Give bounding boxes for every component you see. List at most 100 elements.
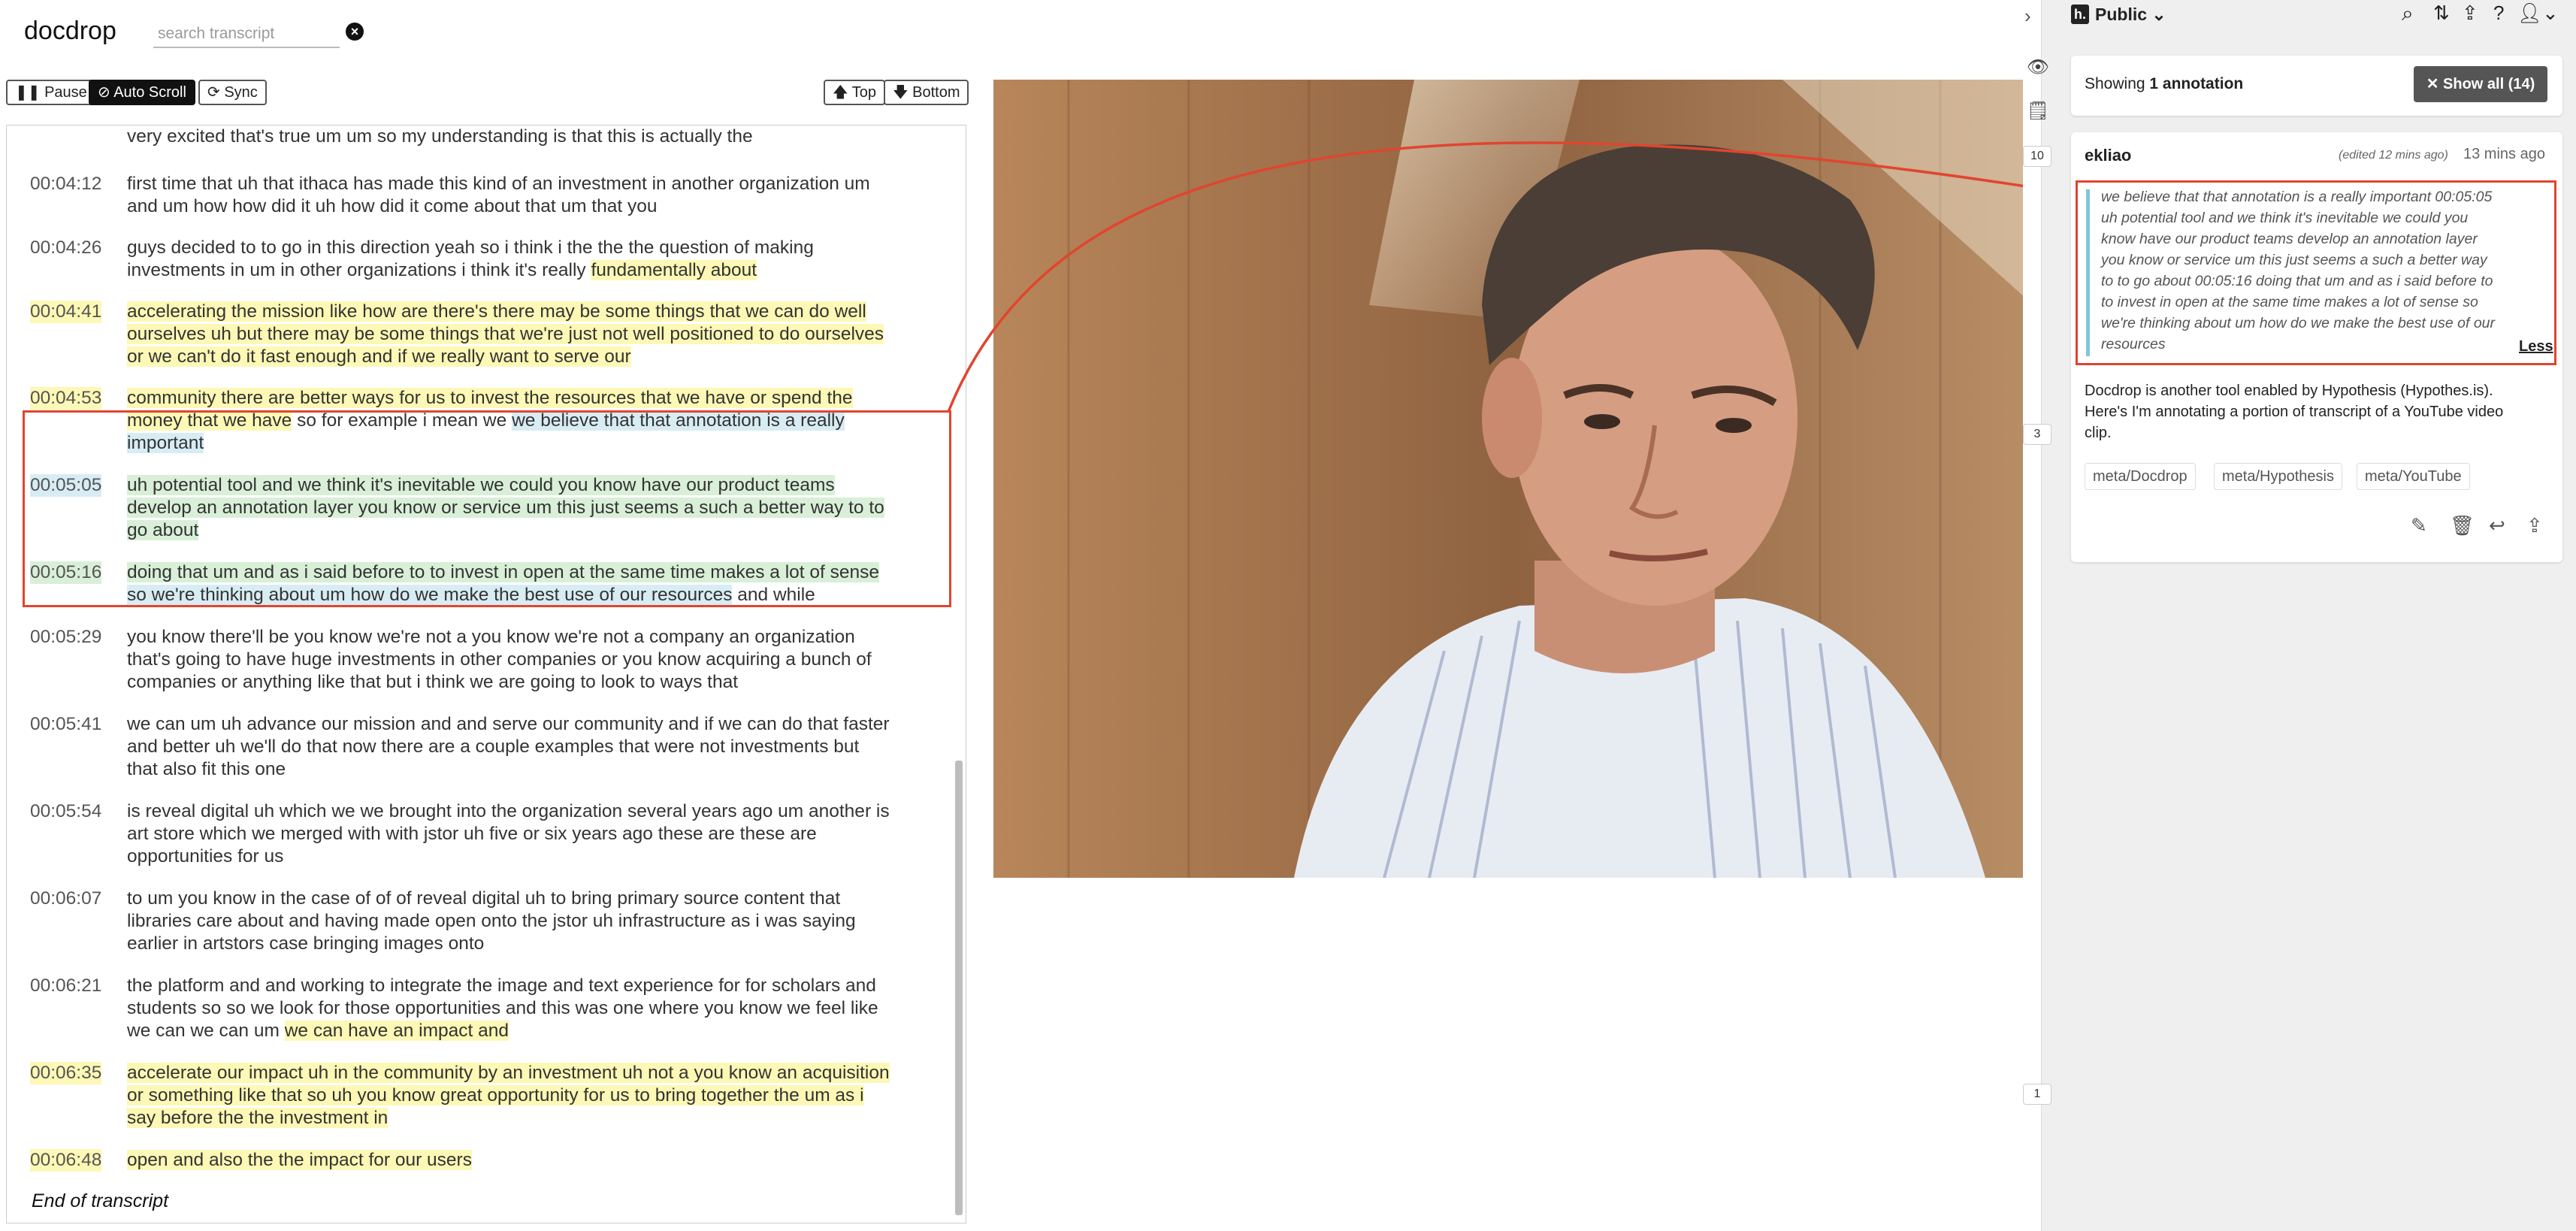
segment-line: we can um uh advance our mission and and… (127, 714, 890, 734)
transcript-panel[interactable]: very excited that's true um um so my und… (6, 125, 966, 1223)
segment-timestamp[interactable]: 00:05:29 (30, 626, 101, 649)
segment-timestamp[interactable]: 00:05:41 (30, 713, 101, 736)
search-icon[interactable]: ⌕ (2402, 2, 2414, 26)
annotation-count-bubble[interactable]: 1 (2023, 1084, 2051, 1105)
segment-text: the platform and and working to integrat… (127, 975, 939, 1042)
eye-icon[interactable]: 👁 (2024, 54, 2051, 81)
segment-text: you know there'll be you know we're not … (127, 626, 939, 694)
segment-line: investments in um in other organizations… (127, 260, 757, 280)
segment-line: we can we can um we can have an impact a… (127, 1021, 509, 1041)
segment-line: companies or anything like that but i th… (127, 672, 739, 692)
segment-text: first time that uh that ithaca has made … (127, 173, 939, 218)
segment-text: we can um uh advance our mission and and… (127, 713, 939, 781)
tag-docdrop[interactable]: meta/Docdrop (2085, 463, 2196, 490)
sync-button[interactable]: ⟳ Sync (198, 80, 267, 105)
quote-line: resources (2101, 336, 2166, 352)
user-account-icon[interactable]: 👤︎⌄ (2517, 2, 2559, 25)
callout-connector-line (947, 141, 2075, 413)
group-selector[interactable]: Public ⌄ (2095, 5, 2166, 25)
auto-scroll-button[interactable]: ⊘ Auto Scroll (89, 80, 195, 105)
sort-icon[interactable]: ⇅ (2433, 2, 2450, 25)
annotation-card[interactable]: ekliao (edited 12 mins ago) 13 mins ago … (2071, 132, 2562, 562)
annotation-edited: (edited 12 mins ago) (2339, 149, 2448, 162)
hypothesis-logo-icon: h. (2071, 5, 2089, 24)
tag-hypothesis[interactable]: meta/Hypothesis (2214, 463, 2342, 490)
less-link[interactable]: Less (2519, 338, 2553, 355)
segment-line: and better uh we'll do that now there ar… (127, 736, 860, 757)
annotation-user[interactable]: ekliao (2085, 146, 2131, 165)
segment-line: is reveal digital uh which we we brought… (127, 801, 890, 821)
annotation-count-bubble[interactable]: 10 (2023, 146, 2051, 167)
app-title: docdrop (24, 17, 116, 45)
quote-line: know have our product teams develop an a… (2101, 231, 2478, 247)
quote-line: we believe that that annotation is a rea… (2101, 189, 2493, 205)
clear-search-icon[interactable]: × (346, 23, 364, 41)
segment-text: guys decided to to go in this direction … (127, 237, 939, 282)
segment-text: accelerate our impact uh in the communit… (127, 1062, 939, 1130)
collapse-chevron-icon[interactable]: › (2024, 5, 2031, 28)
tag-youtube[interactable]: meta/YouTube (2357, 463, 2470, 490)
annotation-quote: we believe that that annotation is a rea… (2101, 186, 2537, 355)
share-icon[interactable]: ⇪ (2462, 2, 2478, 25)
showing-count-text: Showing 1 annotation (2085, 75, 2244, 92)
body-line: Docdrop is another tool enabled by Hypot… (2085, 383, 2493, 399)
note-icon[interactable]: 🗒 (2024, 98, 2051, 125)
chevron-down-icon: ⌄ (2147, 5, 2166, 24)
no-entry-icon: ⊘ (98, 84, 114, 101)
quote-line: to to go about 00:05:16 doing that um an… (2101, 273, 2493, 289)
segment-timestamp[interactable]: 00:04:41 (30, 301, 102, 323)
segment-line: earlier in artstors case bringing images… (127, 933, 485, 954)
segment-timestamp[interactable]: 00:04:12 (30, 173, 101, 195)
sync-icon: ⟳ (207, 84, 225, 101)
annotation-body: Docdrop is another tool enabled by Hypot… (2085, 380, 2550, 443)
segment-text: to um you know in the case of of of reve… (127, 888, 939, 955)
quote-line: you know or service um this just seems a… (2101, 252, 2487, 268)
show-all-button[interactable]: ✕ Show all (14) (2414, 66, 2547, 102)
annotation-timestamp[interactable]: 13 mins ago (2463, 146, 2545, 163)
segment-line: community there are better ways for us t… (127, 388, 853, 408)
body-line: clip. (2085, 425, 2112, 441)
quote-line: to invest in open at the same time makes… (2101, 294, 2478, 310)
reply-icon[interactable]: ↩ (2489, 514, 2505, 537)
search-transcript-input[interactable] (153, 21, 340, 48)
pause-button[interactable]: ❚❚ Pause (6, 80, 96, 105)
arrow-down-icon: 🡇 (893, 84, 913, 101)
edit-icon[interactable]: ✎ (2411, 514, 2427, 537)
segment-line: and um how how did it uh how did it come… (127, 196, 658, 216)
segment-timestamp[interactable]: 00:06:35 (30, 1062, 102, 1084)
segment-timestamp[interactable]: 00:06:07 (30, 888, 101, 910)
quote-bar (2086, 189, 2090, 356)
segment-timestamp[interactable]: 00:06:48 (30, 1149, 102, 1172)
segment-line: or we can't do it fast enough and if we … (127, 346, 631, 367)
segment-line: accelerating the mission like how are th… (127, 301, 866, 322)
segment-text: open and also the the impact for our use… (127, 1149, 939, 1172)
top-button[interactable]: 🡅 Top (824, 80, 886, 105)
segment-line: say before the the investment in (127, 1108, 389, 1128)
segment-timestamp[interactable]: 00:06:21 (30, 975, 101, 997)
pause-icon: ❚❚ (15, 84, 45, 101)
segment-line: ourselves uh but there may be some thing… (127, 324, 884, 344)
close-icon: ✕ (2426, 76, 2444, 92)
segment-line: guys decided to to go in this direction … (127, 237, 814, 258)
segment-line: art store which we merged with with jsto… (127, 824, 817, 844)
delete-icon[interactable]: 🗑︎ (2450, 514, 2475, 537)
share-annotation-icon[interactable]: ⇪ (2526, 514, 2543, 537)
segment-line: first time that uh that ithaca has made … (127, 174, 870, 194)
help-icon[interactable]: ? (2493, 2, 2504, 25)
segment-line: to um you know in the case of of of reve… (127, 888, 841, 909)
segment-timestamp[interactable]: 00:04:26 (30, 237, 101, 259)
segment-line: the platform and and working to integrat… (127, 975, 876, 996)
segment-timestamp[interactable]: 00:04:53 (30, 387, 102, 410)
transcript-partial-line: very excited that's true um um so my und… (127, 126, 753, 147)
sidebar-edge (2023, 0, 2042, 1231)
quote-line: uh potential tool and we think it's inev… (2101, 210, 2469, 226)
segment-timestamp[interactable]: 00:05:54 (30, 800, 101, 823)
segment-text: is reveal digital uh which we we brought… (127, 800, 939, 868)
annotation-count-bubble[interactable]: 3 (2023, 424, 2051, 445)
bottom-button[interactable]: 🡇 Bottom (884, 80, 969, 105)
transcript-scrollbar[interactable] (955, 761, 963, 1215)
segment-line: accelerate our impact uh in the communit… (127, 1063, 890, 1083)
segment-line: students so so we look for those opportu… (127, 998, 878, 1018)
filter-status-card: Showing 1 annotation ✕ Show all (14) (2071, 56, 2562, 116)
segment-line: open and also the the impact for our use… (127, 1150, 472, 1170)
